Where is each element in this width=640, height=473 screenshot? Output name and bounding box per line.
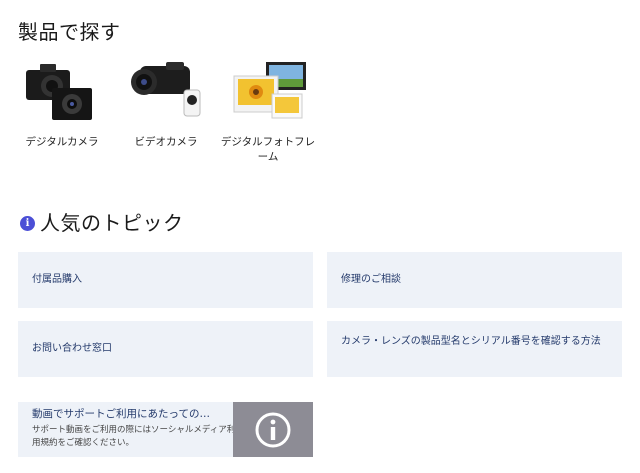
topic-card-repair-consultation[interactable]: 修理のご相談 <box>327 252 622 308</box>
product-label: ビデオカメラ <box>134 136 198 148</box>
product-label: デジタルカメラ <box>25 136 99 148</box>
info-icon: i <box>20 216 35 231</box>
info-circle-icon <box>255 412 291 448</box>
topic-card-check-serial-number[interactable]: カメラ・レンズの製品型名とシリアル番号を確認する方法 <box>327 321 622 377</box>
topics-section-title: 人気のトピック <box>40 211 184 235</box>
topic-card-accessory-purchase[interactable]: 付属品購入 <box>18 252 313 308</box>
product-digital-photo-frame[interactable]: デジタルフォトフレーム <box>220 60 316 165</box>
product-video-camera[interactable]: ビデオカメラ <box>118 60 214 150</box>
products-section-title: 製品で探す <box>18 20 121 44</box>
photo-frame-image <box>228 60 308 126</box>
video-support-card[interactable]: 動画でサポートご利用にあたっての… サポート動画をご利用の際にはソーシャルメディ… <box>18 402 313 457</box>
topic-card-label: 修理のご相談 <box>341 274 401 285</box>
topic-card-label: お問い合わせ窓口 <box>32 343 112 354</box>
topic-card-contact-desk[interactable]: お問い合わせ窓口 <box>18 321 313 377</box>
product-digital-camera[interactable]: デジタルカメラ <box>14 60 110 150</box>
topic-card-label: カメラ・レンズの製品型名とシリアル番号を確認する方法 <box>341 336 601 347</box>
video-support-thumbnail <box>233 402 313 457</box>
digital-camera-image <box>22 60 102 126</box>
topic-card-label: 付属品購入 <box>32 274 82 285</box>
video-support-title: 動画でサポートご利用にあたっての… <box>32 408 210 420</box>
product-label: デジタルフォトフレーム <box>220 136 316 163</box>
video-support-description: サポート動画をご利用の際にはソーシャルメディア利用規約をご確認ください。 <box>32 425 236 448</box>
video-camera-image <box>126 60 206 126</box>
